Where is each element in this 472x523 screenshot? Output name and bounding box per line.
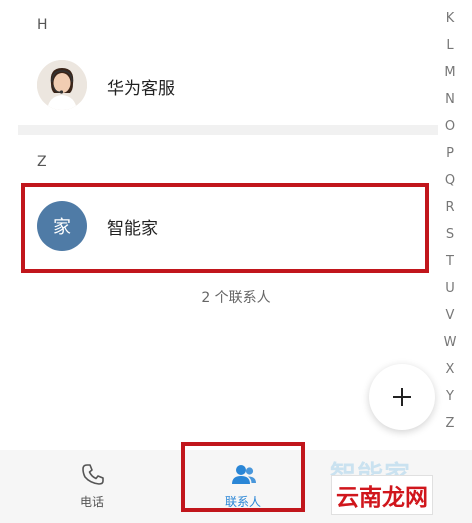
index-letter[interactable]: T xyxy=(437,248,463,275)
highlight-box-contact xyxy=(21,183,429,273)
index-letter[interactable]: S xyxy=(437,221,463,248)
watermark-logo: 云南龙网 xyxy=(331,475,433,515)
add-contact-button[interactable] xyxy=(369,364,435,430)
index-letter[interactable]: W xyxy=(437,329,463,356)
person-headset-icon xyxy=(37,60,87,110)
highlight-box-tab xyxy=(181,442,305,512)
index-letter[interactable]: R xyxy=(437,194,463,221)
index-letter[interactable]: Y xyxy=(437,383,463,410)
index-letter[interactable]: O xyxy=(437,113,463,140)
section-divider xyxy=(18,125,438,135)
index-letter[interactable]: L xyxy=(437,32,463,59)
index-letter[interactable]: U xyxy=(437,275,463,302)
index-letter[interactable]: V xyxy=(437,302,463,329)
tab-phone-label: 电话 xyxy=(79,495,104,509)
contact-name-customer-service[interactable]: 华为客服 xyxy=(107,74,175,99)
index-letter[interactable]: Z xyxy=(437,410,463,437)
contact-count: 2 个联系人 xyxy=(201,290,271,306)
phone-icon xyxy=(82,464,104,485)
section-letter-h: H xyxy=(37,17,48,33)
avatar-customer-service[interactable] xyxy=(37,60,87,110)
index-letter[interactable]: P xyxy=(437,140,463,167)
alphabet-index[interactable]: K L M N O P Q R S T U V W X Y Z xyxy=(437,5,463,437)
index-letter[interactable]: X xyxy=(437,356,463,383)
section-letter-z: Z xyxy=(37,154,47,170)
plus-icon xyxy=(393,388,411,406)
index-letter[interactable]: M xyxy=(437,59,463,86)
tab-phone[interactable]: 电话 xyxy=(32,450,152,523)
index-letter[interactable]: N xyxy=(437,86,463,113)
index-letter[interactable]: Q xyxy=(437,167,463,194)
index-letter[interactable]: K xyxy=(437,5,463,32)
